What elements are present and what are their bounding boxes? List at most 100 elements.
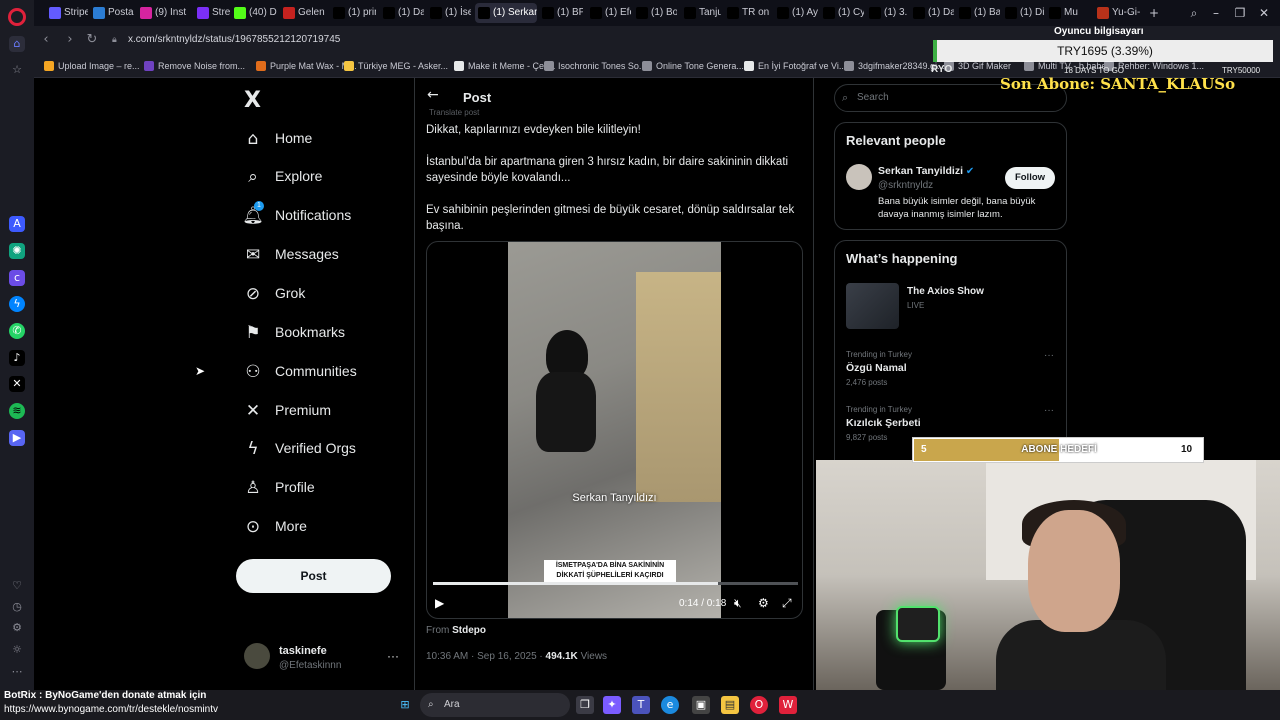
video-progress-bar[interactable] <box>433 582 798 585</box>
follow-button[interactable]: Follow <box>1005 167 1055 189</box>
trend-item[interactable]: Trending in Turkey Özgü Namal 2,476 posts ·… <box>846 350 1056 390</box>
chatgpt-icon[interactable]: ✺ <box>9 243 25 259</box>
bulb-icon[interactable]: ☼ <box>9 642 25 658</box>
whatsapp-icon[interactable]: ✆ <box>9 323 25 339</box>
settings-gear-icon[interactable]: ⚙ <box>758 596 769 610</box>
tab[interactable]: (1) Serkan Ta <box>475 3 537 23</box>
edge-icon[interactable]: e <box>661 696 679 714</box>
messenger-icon[interactable]: ϟ <box>9 296 25 312</box>
tab[interactable]: (1) Bay <box>956 3 1000 23</box>
bookmark-item[interactable]: Türkiye MEG - Asker... <box>344 58 448 74</box>
back-arrow-icon[interactable]: ← <box>427 87 439 103</box>
taskbar-search[interactable]: ⌕ Ara <box>420 693 570 717</box>
tab[interactable]: (1) Dar <box>380 3 424 23</box>
reload-icon[interactable]: ↻ <box>84 32 100 48</box>
history-icon[interactable]: ◷ <box>9 599 25 615</box>
video-player[interactable]: Serkan Tanyıldızı İSMETPAŞA'DA BİNA SAKİ… <box>426 241 803 619</box>
nav-item-verified-orgs[interactable]: ϟ Verified Orgs <box>242 432 402 468</box>
bookmark-item[interactable]: Online Tone Genera... <box>642 58 744 74</box>
tab[interactable]: (1) Dist <box>1002 3 1044 23</box>
tab[interactable]: Stripe <box>46 3 88 23</box>
tab[interactable]: (1) Cyr <box>820 3 864 23</box>
nav-item-profile[interactable]: ♙ Profile <box>242 471 402 507</box>
tab[interactable]: TR on X <box>724 3 770 23</box>
bookmark-item[interactable]: Remove Noise from... <box>144 58 245 74</box>
tab[interactable]: (1) İset <box>427 3 471 23</box>
tab[interactable]: Yu-Gi-O <box>1094 3 1140 23</box>
play-icon[interactable]: ▶ <box>435 596 444 610</box>
nav-item-communities[interactable]: ⚇ Communities <box>242 355 402 391</box>
bookmark-item[interactable]: Upload Image – re... <box>44 58 140 74</box>
from-source-link[interactable]: Stdepo <box>452 625 486 636</box>
tab[interactable]: Tanju C <box>681 3 721 23</box>
x-sidebar-icon[interactable]: ✕ <box>9 376 25 392</box>
nav-item-home[interactable]: ⌂ Home <box>242 122 402 158</box>
tab[interactable]: Gelen K <box>280 3 326 23</box>
tab[interactable]: (1) Ayk <box>774 3 818 23</box>
live-show-title[interactable]: The Axios Show <box>907 286 984 297</box>
fullscreen-icon[interactable]: ⤢ <box>782 596 792 611</box>
tab[interactable]: (1) prin <box>330 3 376 23</box>
bookmark-item[interactable]: Make it Meme - Çev... <box>454 58 555 74</box>
bookmark-item[interactable]: En İyi Fotoğraf ve Vi... <box>744 58 846 74</box>
tab[interactable]: Posta <box>90 3 134 23</box>
new-tab-icon[interactable]: + <box>1146 5 1162 21</box>
account-switcher[interactable]: taskinefe @Efetaskinnn ··· <box>244 643 404 677</box>
heart-icon[interactable]: ♡ <box>9 578 25 594</box>
settings-icon[interactable]: ⚙ <box>9 620 25 636</box>
opera-taskbar-icon[interactable]: O <box>750 696 768 714</box>
tab[interactable]: (1) Boş <box>633 3 677 23</box>
bookmark-item[interactable]: Isochronic Tones So... <box>544 58 646 74</box>
nav-item-messages[interactable]: ✉ Messages <box>242 238 402 274</box>
close-window-icon[interactable]: ✕ <box>1256 5 1272 21</box>
app-w-icon[interactable]: W <box>779 696 797 714</box>
file-explorer-icon[interactable]: ▤ <box>721 696 739 714</box>
spotify-icon[interactable]: ≋ <box>9 403 25 419</box>
nav-item-bookmarks[interactable]: ⚑ Bookmarks <box>242 316 402 352</box>
minimize-icon[interactable]: – <box>1208 5 1224 21</box>
show-thumbnail[interactable] <box>846 283 899 329</box>
url-field[interactable]: 🔒︎ x.com/srkntnyldz/status/1967855212120… <box>104 30 924 50</box>
relevant-person-name-row[interactable]: Serkan Tanyildizi ✔ <box>878 165 974 177</box>
search-tabs-icon[interactable]: ⌕ <box>1186 5 1202 21</box>
task-view-icon[interactable]: ❐ <box>576 696 594 714</box>
nav-item-notifications[interactable]: 🔔︎ 1 Notifications <box>242 199 402 235</box>
tab[interactable]: Mu <box>1046 3 1090 23</box>
windows-start-icon[interactable]: ⊞ <box>396 696 414 714</box>
store-icon[interactable]: ▣ <box>692 696 710 714</box>
nav-item-more[interactable]: ⊙ More <box>242 510 402 546</box>
tab[interactable]: (1) 3. D <box>866 3 908 23</box>
back-icon[interactable]: ‹ <box>38 32 54 48</box>
teams-icon[interactable]: T <box>632 696 650 714</box>
post-timestamp[interactable]: 10:36 AM · Sep 16, 2025 · <box>426 651 543 662</box>
star-icon[interactable]: ☆ <box>9 62 25 78</box>
bot-link[interactable]: https://www.bynogame.com/tr/destekle/nos… <box>4 704 218 715</box>
forward-icon[interactable]: › <box>62 32 78 48</box>
more-dots-icon[interactable]: ⋯ <box>9 664 25 680</box>
x-logo-icon[interactable]: X <box>244 88 261 113</box>
player-icon[interactable]: ▶ <box>9 430 25 446</box>
account-more-icon[interactable]: ··· <box>387 649 399 663</box>
trend-more-icon[interactable]: ··· <box>1044 350 1054 361</box>
nav-item-explore[interactable]: ⌕ Explore <box>242 160 402 196</box>
translate-post-link[interactable]: Translate post <box>429 108 479 117</box>
post-button[interactable]: Post <box>236 559 391 593</box>
maximize-icon[interactable]: ❐ <box>1232 5 1248 21</box>
tiktok-icon[interactable]: ♪ <box>9 350 25 366</box>
tab[interactable]: (1) Dail <box>910 3 954 23</box>
aria-icon[interactable]: A <box>9 216 25 232</box>
opera-logo-icon[interactable] <box>8 8 26 26</box>
tab[interactable]: (40) Da <box>231 3 277 23</box>
tab[interactable]: Stream <box>194 3 230 23</box>
nav-item-premium[interactable]: ✕ Premium <box>242 394 402 430</box>
tab[interactable]: (9) Inst <box>137 3 191 23</box>
bookmark-item[interactable]: Purple Mat Wax - M... <box>256 58 357 74</box>
mute-icon[interactable]: 🔇︎ <box>734 596 742 611</box>
tab[interactable]: (1) Efe <box>587 3 631 23</box>
trend-more-icon[interactable]: ··· <box>1044 405 1054 416</box>
copilot-icon[interactable]: ✦ <box>603 696 621 714</box>
tab[interactable]: (1) BPT <box>539 3 583 23</box>
cs-icon[interactable]: c <box>9 270 25 286</box>
avatar[interactable] <box>846 164 872 190</box>
home-icon[interactable]: ⌂ <box>9 36 25 52</box>
